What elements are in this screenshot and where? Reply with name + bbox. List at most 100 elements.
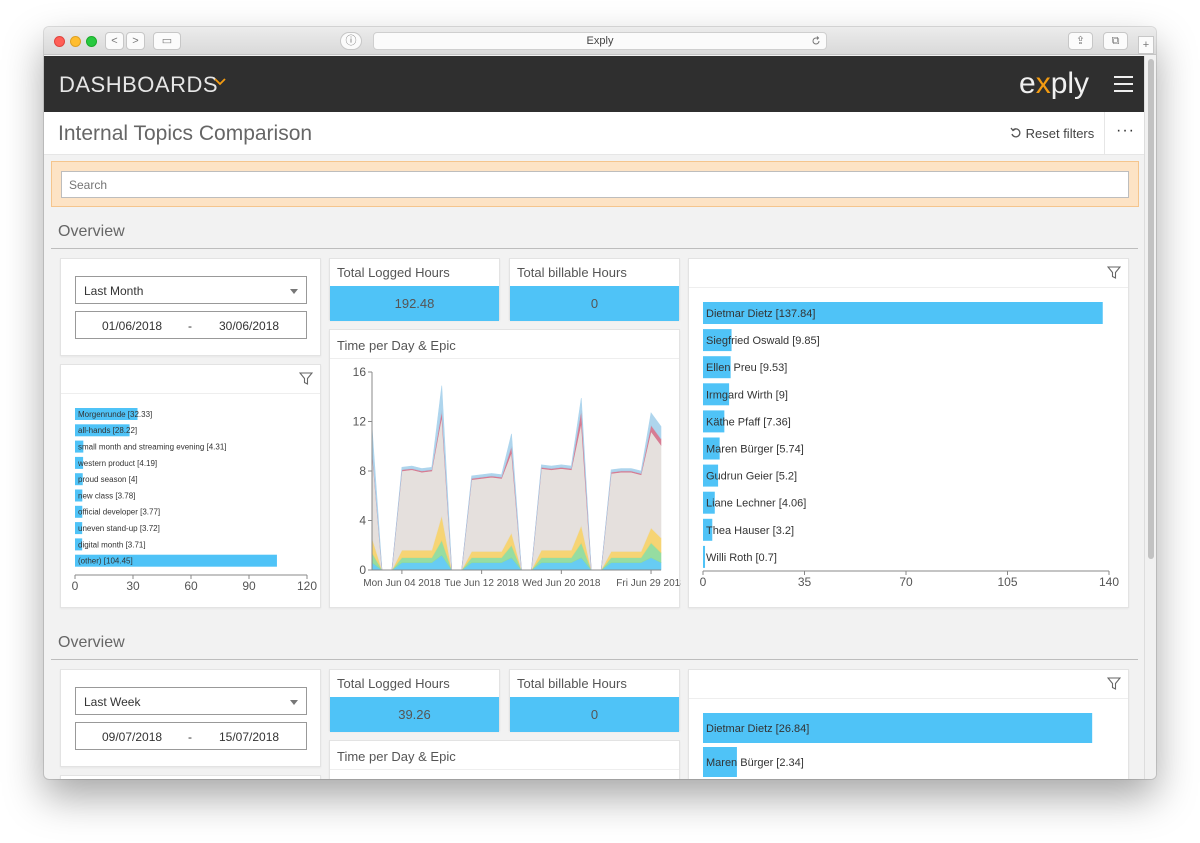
- x-tick-label: 60: [184, 579, 198, 593]
- bar-label: Ellen Preu [9.53]: [706, 362, 787, 374]
- page-header: Internal Topics Comparison Reset filters…: [44, 112, 1144, 155]
- section-overview-title-2: Overview: [58, 634, 125, 651]
- kpi-label: Total billable Hours: [517, 265, 627, 280]
- kpi-total-billable-hours-2: Total billable Hours 0: [509, 669, 680, 732]
- date-filter-card: Last Month 01/06/2018 - 30/06/2018: [60, 258, 321, 356]
- period-select[interactable]: Last Month: [75, 276, 307, 304]
- minimize-window-button[interactable]: [70, 36, 81, 47]
- section-divider: [51, 659, 1138, 660]
- close-window-button[interactable]: [54, 36, 65, 47]
- people-bar-card: Dietmar Dietz [137.84] Siegfried Oswald […: [688, 258, 1129, 608]
- bar-label: proud season [4]: [78, 475, 138, 484]
- filter-icon[interactable]: [299, 372, 313, 385]
- dashboards-menu[interactable]: DASHBOARDS: [59, 72, 218, 98]
- date-to: 30/06/2018: [219, 319, 280, 333]
- date-range-input[interactable]: 09/07/2018 - 15/07/2018: [75, 722, 307, 750]
- bar-label: Dietmar Dietz [137.84]: [706, 308, 815, 320]
- new-tab-button[interactable]: +: [1138, 36, 1154, 54]
- header-divider: [1104, 112, 1105, 155]
- kpi-total-billable-hours: Total billable Hours 0: [509, 258, 680, 321]
- x-tick-label: Mon Jun 04 2018: [363, 578, 441, 589]
- undo-icon: [1010, 127, 1021, 138]
- address-bar[interactable]: Exply: [373, 32, 827, 50]
- card-divider: [330, 358, 679, 359]
- time-per-day-card: Time per Day & Epic 0 4 8 12 16 Mon Jun 04 20…: [329, 329, 681, 608]
- bar-label: digital month [3.71]: [78, 540, 146, 549]
- back-button[interactable]: <: [105, 32, 124, 50]
- search-input[interactable]: [61, 171, 1129, 198]
- kpi-label: Total billable Hours: [517, 676, 627, 691]
- kpi-value: 192.48: [330, 286, 499, 321]
- address-text: Exply: [586, 35, 614, 47]
- page-scrollbar[interactable]: [1144, 56, 1156, 779]
- bar-label: Morgenrunde [32.33]: [78, 410, 152, 419]
- bar-label: western product [4.19]: [77, 459, 157, 468]
- share-button[interactable]: ⇪: [1068, 32, 1093, 50]
- filter-icon[interactable]: [1107, 677, 1121, 690]
- scrollbar-thumb[interactable]: [1148, 59, 1154, 559]
- page-title: Internal Topics Comparison: [58, 122, 313, 145]
- more-icon: ···: [1116, 122, 1135, 139]
- bar-label: Käthe Pfaff [7.36]: [706, 416, 791, 428]
- topics-bar-card: Morgenrunde [32.33] all-hands [28.22] smal…: [60, 364, 321, 608]
- date-from: 09/07/2018: [102, 730, 163, 744]
- browser-window: < > ▭ ⓘ Exply ⇪ ⧉ + DASHBOARDS exply Int…: [44, 27, 1156, 779]
- kpi-value: 0: [510, 286, 679, 321]
- sidebar-toggle-button[interactable]: ▭: [153, 32, 181, 50]
- card-title: Time per Day & Epic: [337, 749, 456, 764]
- period-select-value: Last Month: [84, 284, 144, 298]
- time-per-day-card-2: Time per Day & Epic: [329, 740, 680, 779]
- bar-label: new class [3.78]: [78, 491, 135, 500]
- kpi-label: Total Logged Hours: [337, 265, 450, 280]
- x-tick-label: 0: [700, 575, 707, 589]
- dashboards-title: DASHBOARDS: [59, 72, 219, 97]
- chevron-left-icon: <: [111, 35, 118, 47]
- reset-filters-label: Reset filters: [1025, 126, 1095, 141]
- card-divider: [689, 287, 1128, 288]
- x-tick-label: 105: [997, 575, 1017, 589]
- plus-icon: +: [1142, 39, 1150, 51]
- privacy-button[interactable]: ⓘ: [340, 32, 362, 50]
- reset-filters-button[interactable]: Reset filters: [1010, 126, 1094, 141]
- people-bar-chart-2: Dietmar Dietz [26.84] Maren Bürger [2.34]: [703, 713, 1093, 777]
- card-divider: [689, 698, 1128, 699]
- bar: [703, 545, 706, 568]
- caret-down-icon: [290, 700, 298, 705]
- kpi-total-logged-hours-2: Total Logged Hours 39.26: [329, 669, 500, 732]
- bar-label: Irmgard Wirth [9]: [706, 389, 788, 401]
- x-tick-label: 140: [1099, 575, 1119, 589]
- x-tick-label: 70: [899, 575, 913, 589]
- forward-button[interactable]: >: [126, 32, 145, 50]
- x-tick-label: 90: [242, 579, 256, 593]
- tabs-icon: ⧉: [1111, 35, 1120, 47]
- date-range-input[interactable]: 01/06/2018 - 30/06/2018: [75, 311, 307, 339]
- y-tick-label: 4: [359, 514, 366, 528]
- x-tick-label: Tue Jun 12 2018: [444, 578, 519, 589]
- bar-label: Dietmar Dietz [26.84]: [706, 723, 809, 735]
- card-title: Time per Day & Epic: [337, 338, 456, 353]
- bar-label: Liane Lechner [4.06]: [706, 498, 806, 510]
- time-per-day-area-chart: 0 4 8 12 16 Mon Jun 04 2018 Tue Jun 12 2018 Wed…: [353, 365, 681, 589]
- kpi-value: 39.26: [330, 697, 499, 732]
- section-overview-title: Overview: [58, 223, 125, 240]
- y-tick-label: 12: [353, 415, 367, 429]
- date-filter-card-2: Last Week 09/07/2018 - 15/07/2018: [60, 669, 321, 767]
- caret-down-icon: [290, 289, 298, 294]
- tabs-button[interactable]: ⧉: [1103, 32, 1128, 50]
- more-options-button[interactable]: ···: [1116, 122, 1135, 140]
- hamburger-menu-icon[interactable]: [1114, 76, 1133, 92]
- zoom-window-button[interactable]: [86, 36, 97, 47]
- date-to: 15/07/2018: [219, 730, 280, 744]
- chevron-down-icon[interactable]: [214, 76, 226, 88]
- reload-icon[interactable]: [811, 36, 821, 46]
- topics-bar-card-2: [60, 775, 321, 779]
- period-select[interactable]: Last Week: [75, 687, 307, 715]
- x-tick-label: Wed Jun 20 2018: [522, 578, 601, 589]
- filter-icon[interactable]: [1107, 266, 1121, 279]
- privacy-icon: ⓘ: [345, 35, 357, 47]
- x-tick-label: 35: [798, 575, 812, 589]
- bar-label: Gudrun Geier [5.2]: [706, 471, 797, 483]
- sidebar-icon: ▭: [161, 35, 173, 47]
- section-divider: [51, 248, 1138, 249]
- share-icon: ⇪: [1075, 35, 1086, 47]
